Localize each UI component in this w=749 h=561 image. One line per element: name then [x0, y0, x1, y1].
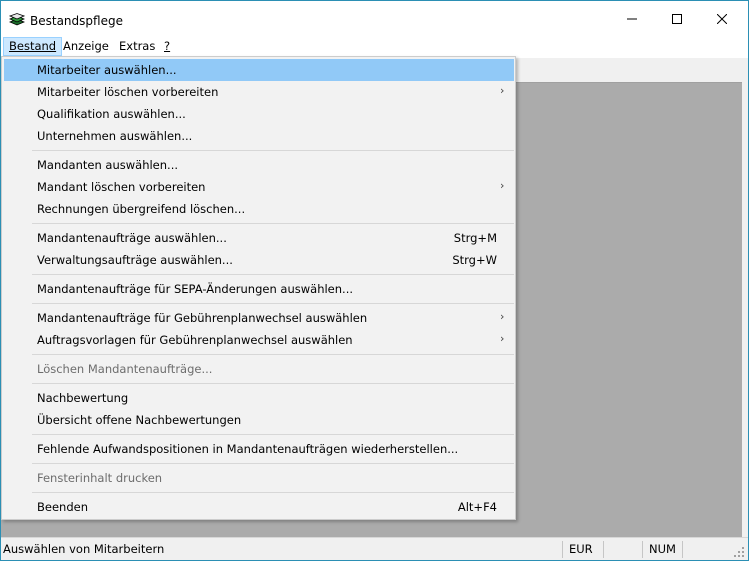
- menu-item-auftragsvorlagen[interactable]: Auftragsvorlagen für Gebührenplanwechsel…: [4, 329, 514, 351]
- menu-separator: [32, 492, 514, 493]
- status-num: NUM: [649, 542, 676, 556]
- menu-separator: [32, 274, 514, 275]
- menu-item-label: Unternehmen auswählen...: [37, 129, 193, 143]
- menu-item-aufwandspositionen[interactable]: Fehlende Aufwandspositionen in Mandanten…: [4, 438, 514, 460]
- menu-separator: [32, 463, 514, 464]
- status-message: Auswählen von Mitarbeitern: [3, 542, 165, 556]
- status-bar: Auswählen von Mitarbeitern EUR NUM: [1, 537, 748, 560]
- status-divider: [603, 541, 604, 558]
- menu-item-mandantenauftraege[interactable]: Mandantenaufträge auswählen... Strg+M: [4, 227, 514, 249]
- menu-item-gebuehrenplanwechsel[interactable]: Mandantenaufträge für Gebührenplanwechse…: [4, 307, 514, 329]
- maximize-button[interactable]: [654, 1, 700, 37]
- status-divider: [642, 541, 643, 558]
- menu-extras-label: Extras: [119, 39, 156, 53]
- menu-item-label: Mandantenaufträge auswählen...: [37, 231, 227, 245]
- menu-item-mandanten-auswaehlen[interactable]: Mandanten auswählen...: [4, 154, 514, 176]
- title-bar[interactable]: Bestandspflege: [1, 1, 748, 37]
- menu-item-label: Mitarbeiter auswählen...: [37, 63, 177, 77]
- menu-item-label: Mandantenaufträge für SEPA-Änderungen au…: [37, 282, 354, 296]
- menu-item-nachbewertung[interactable]: Nachbewertung: [4, 387, 514, 409]
- menu-item-uebersicht-nachbewertungen[interactable]: Übersicht offene Nachbewertungen: [4, 409, 514, 431]
- close-icon: [717, 14, 727, 24]
- menu-separator: [32, 383, 514, 384]
- menu-item-label: Mandant löschen vorbereiten: [37, 180, 206, 194]
- menu-item-label: Mandantenaufträge für Gebührenplanwechse…: [37, 311, 368, 325]
- status-divider: [562, 541, 563, 558]
- menu-bar: Bestand Anzeige Extras ?: [1, 37, 748, 56]
- menu-item-label: Verwaltungsaufträge auswählen...: [37, 253, 233, 267]
- menu-item-fensterinhalt-drucken: Fensterinhalt drucken: [4, 467, 514, 489]
- maximize-icon: [672, 14, 682, 24]
- main-window: Bestandspflege Bestand Anzeige Extras ? …: [0, 0, 749, 561]
- menu-item-label: Rechnungen übergreifend löschen...: [37, 202, 246, 216]
- window-title: Bestandspflege: [30, 14, 123, 28]
- resize-grip-icon[interactable]: [733, 546, 745, 558]
- menu-item-label: Löschen Mandantenaufträge...: [37, 362, 213, 376]
- submenu-arrow-icon: ›: [500, 179, 505, 192]
- shortcut-label: Strg+M: [453, 231, 497, 245]
- menu-anzeige[interactable]: Anzeige: [58, 37, 114, 56]
- shortcut-label: Alt+F4: [457, 500, 497, 514]
- menu-separator: [32, 150, 514, 151]
- minimize-button[interactable]: [609, 1, 655, 37]
- menu-item-label: Übersicht offene Nachbewertungen: [37, 413, 242, 427]
- menu-separator: [32, 354, 514, 355]
- menu-item-beenden[interactable]: Beenden Alt+F4: [4, 496, 514, 518]
- app-stack-icon: [8, 13, 26, 27]
- vertical-scrollbar[interactable]: [742, 58, 748, 537]
- close-button[interactable]: [699, 1, 745, 37]
- menu-bestand[interactable]: Bestand: [3, 37, 63, 56]
- menu-item-unternehmen[interactable]: Unternehmen auswählen...: [4, 125, 514, 147]
- menu-item-label: Fehlende Aufwandspositionen in Mandanten…: [37, 442, 459, 456]
- menu-separator: [32, 223, 514, 224]
- menu-item-loeschen-mandantenauftraege: Löschen Mandantenaufträge...: [4, 358, 514, 380]
- menu-bestand-label: Bestand: [9, 39, 57, 53]
- menu-anzeige-label: Anzeige: [63, 39, 109, 53]
- status-currency: EUR: [569, 542, 593, 556]
- menu-item-mandant-loeschen[interactable]: Mandant löschen vorbereiten ›: [4, 176, 514, 198]
- submenu-arrow-icon: ›: [500, 84, 505, 97]
- menu-item-sepa-aenderungen[interactable]: Mandantenaufträge für SEPA-Änderungen au…: [4, 278, 514, 300]
- menu-extras[interactable]: Extras: [114, 37, 160, 56]
- submenu-arrow-icon: ›: [500, 332, 505, 345]
- menu-item-rechnungen-loeschen[interactable]: Rechnungen übergreifend löschen...: [4, 198, 514, 220]
- menu-item-label: Mandanten auswählen...: [37, 158, 179, 172]
- menu-item-mitarbeiter-auswaehlen[interactable]: Mitarbeiter auswählen...: [4, 59, 514, 81]
- menu-separator: [32, 303, 514, 304]
- menu-item-verwaltungsauftraege[interactable]: Verwaltungsaufträge auswählen... Strg+W: [4, 249, 514, 271]
- menu-help[interactable]: ?: [159, 37, 175, 56]
- shortcut-label: Strg+W: [452, 253, 497, 267]
- submenu-arrow-icon: ›: [500, 310, 505, 323]
- menu-item-label: Mitarbeiter löschen vorbereiten: [37, 85, 219, 99]
- menu-item-label: Qualifikation auswählen...: [37, 107, 186, 121]
- menu-item-qualifikation[interactable]: Qualifikation auswählen...: [4, 103, 514, 125]
- bestand-dropdown-menu: Mitarbeiter auswählen... Mitarbeiter lös…: [1, 56, 516, 520]
- menu-separator: [32, 434, 514, 435]
- menu-item-label: Beenden: [37, 500, 88, 514]
- menu-item-mitarbeiter-loeschen[interactable]: Mitarbeiter löschen vorbereiten ›: [4, 81, 514, 103]
- menu-help-label: ?: [164, 39, 171, 53]
- menu-item-label: Fensterinhalt drucken: [37, 471, 163, 485]
- menu-item-label: Auftragsvorlagen für Gebührenplanwechsel…: [37, 333, 353, 347]
- status-divider: [682, 541, 683, 558]
- menu-item-label: Nachbewertung: [37, 391, 129, 405]
- minimize-icon: [627, 18, 637, 20]
